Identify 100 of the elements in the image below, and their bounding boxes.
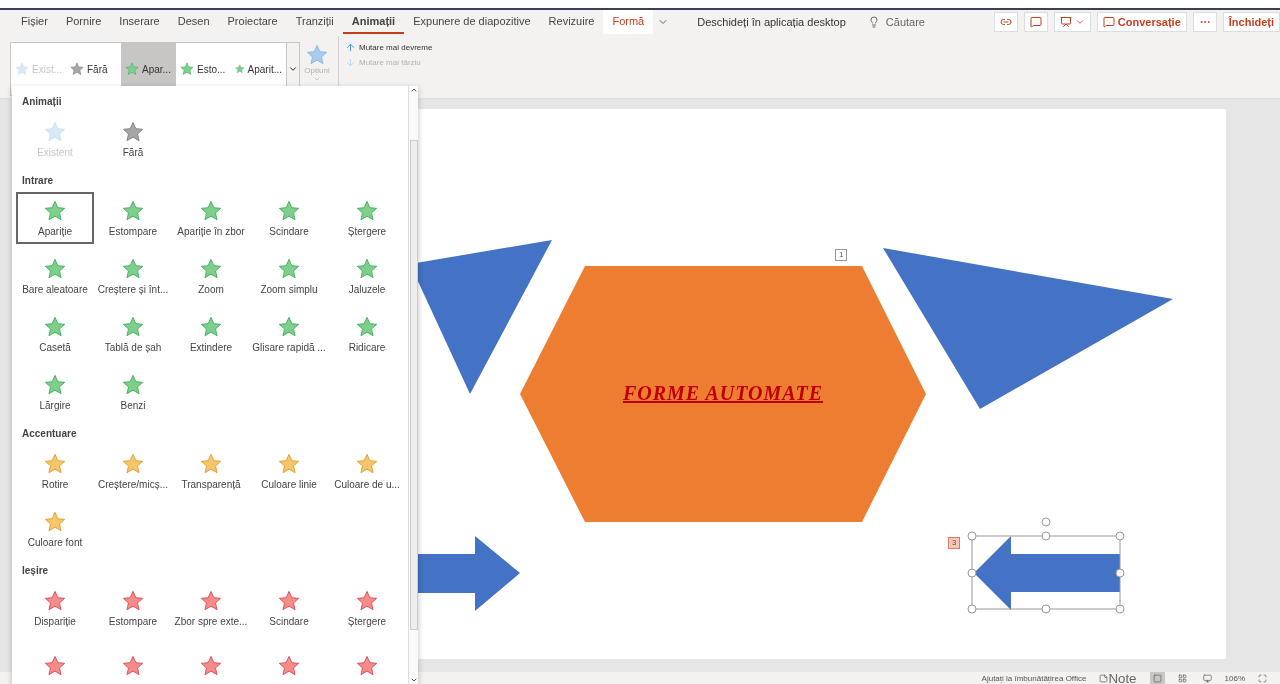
- star-icon: [356, 589, 378, 612]
- star-icon: [122, 257, 144, 280]
- ribbon-tab[interactable]: Desen: [168, 10, 219, 34]
- animation-option[interactable]: Ștergere: [328, 192, 406, 244]
- star-icon: [122, 589, 144, 612]
- comment-icon: [1029, 16, 1042, 28]
- section-heading: Ieșire: [21, 564, 50, 578]
- present-button[interactable]: [1053, 12, 1091, 32]
- section-heading: Accentuare: [21, 427, 78, 441]
- animation-option[interactable]: Creștere/micș...: [94, 445, 172, 497]
- star-icon: [44, 452, 66, 475]
- animation-option[interactable]: Transparență: [172, 445, 250, 497]
- star-icon: [278, 315, 300, 338]
- animation-option[interactable]: Extindere: [172, 308, 250, 360]
- scrollbar[interactable]: [408, 86, 418, 684]
- star-icon: [356, 315, 378, 338]
- animation-option[interactable]: Casetă: [16, 308, 94, 360]
- comment-button[interactable]: [1023, 12, 1048, 32]
- star-icon: [278, 199, 300, 222]
- animation-option[interactable]: Esto...: [176, 43, 231, 95]
- star-icon: [200, 315, 222, 338]
- chevron-down-icon: [288, 64, 298, 74]
- share-link-button[interactable]: [993, 12, 1018, 32]
- arrow-down-icon: [345, 57, 356, 68]
- section-heading: Intrare: [21, 174, 55, 188]
- fit-button[interactable]: [1255, 672, 1270, 684]
- link-icon: [999, 16, 1012, 28]
- animation-option[interactable]: Zoom: [172, 250, 250, 302]
- star-icon: [200, 257, 222, 280]
- star-icon: [356, 655, 378, 677]
- animation-option[interactable]: Ridicare: [328, 308, 406, 360]
- star-icon: [122, 120, 144, 143]
- animation-option[interactable]: Bare aleatoare: [16, 250, 94, 302]
- animation-option[interactable]: Culoare font: [16, 503, 94, 555]
- animation-option[interactable]: Estompare: [94, 582, 172, 634]
- ribbon-tab[interactable]: Tranziții: [286, 10, 343, 34]
- star-icon: [306, 44, 328, 66]
- animation-order-tag: 1: [835, 249, 848, 261]
- star-icon: [44, 510, 66, 533]
- more-button[interactable]: [1192, 12, 1217, 32]
- star-icon: [44, 373, 66, 396]
- star-icon: [235, 62, 245, 76]
- ribbon-tab[interactable]: Pornire: [56, 10, 111, 34]
- star-icon: [122, 452, 144, 475]
- notes-button[interactable]: Note: [1096, 672, 1140, 684]
- animation-option[interactable]: Culoare linie: [250, 445, 328, 497]
- animation-option[interactable]: Tablă de șah: [94, 308, 172, 360]
- animation-option[interactable]: Scindare: [250, 582, 328, 634]
- normal-view-button[interactable]: [1149, 672, 1165, 684]
- animation-option[interactable]: Ștergere: [328, 582, 406, 634]
- ribbon-tab[interactable]: Revizuire: [539, 10, 604, 34]
- ribbon-tab[interactable]: Animații: [342, 10, 405, 34]
- section-heading: Animații: [21, 95, 63, 109]
- chevron-down-icon[interactable]: [409, 676, 418, 684]
- animation-option[interactable]: Jaluzele: [328, 250, 406, 302]
- animation-option[interactable]: Benzi: [94, 366, 172, 418]
- ribbon-tab[interactable]: Fișier: [12, 10, 57, 34]
- animation-option[interactable]: Creștere și înt...: [94, 250, 172, 302]
- presentation-icon: [1059, 16, 1072, 28]
- animation-option[interactable]: Apariție în zbor: [172, 192, 250, 244]
- animation-option[interactable]: Glisare rapidă ...: [250, 308, 328, 360]
- zoom-level[interactable]: 106%: [1224, 673, 1245, 683]
- animation-option[interactable]: Rotire: [16, 445, 94, 497]
- star-icon: [356, 257, 378, 280]
- star-icon: [70, 62, 84, 76]
- animation-option[interactable]: Dispariție: [16, 582, 94, 634]
- selection-frame[interactable]: [967, 517, 1125, 614]
- ribbon-tab[interactable]: Formă: [603, 10, 654, 34]
- ribbon-tab[interactable]: Proiectare: [218, 10, 287, 34]
- grid-icon: [1177, 673, 1187, 683]
- comment-icon: [1102, 16, 1115, 28]
- close-button[interactable]: Închideți: [1222, 12, 1280, 32]
- animation-option[interactable]: Estompare: [94, 192, 172, 244]
- animation-option[interactable]: Fără: [66, 43, 121, 95]
- animation-option[interactable]: Aparit...: [231, 43, 286, 95]
- ribbon-tab[interactable]: Inserare: [110, 10, 169, 34]
- lightbulb-icon: [867, 16, 880, 28]
- animation-option[interactable]: Apariție: [16, 192, 94, 244]
- star-icon: [180, 62, 194, 76]
- conversation-button[interactable]: Conversație: [1096, 12, 1187, 32]
- star-icon: [278, 452, 300, 475]
- star-icon: [356, 452, 378, 475]
- ribbon-tab[interactable]: Expunere de diapozitive: [404, 10, 540, 34]
- chevron-up-icon[interactable]: [409, 86, 418, 94]
- animation-option[interactable]: Culoare de u...: [328, 445, 406, 497]
- search-field[interactable]: Căutare: [867, 16, 925, 28]
- star-icon: [125, 62, 139, 76]
- animation-option[interactable]: Scindare: [250, 192, 328, 244]
- chevron-down-icon: [1074, 17, 1085, 27]
- square-icon: [1152, 673, 1162, 683]
- reorder-button[interactable]: Mutare mai devreme: [345, 42, 433, 53]
- animation-option[interactable]: Fără: [94, 113, 172, 165]
- shape-text: FORME AUTOMATE: [622, 382, 824, 405]
- animation-option[interactable]: Lărgire: [16, 366, 94, 418]
- star-icon: [200, 199, 222, 222]
- help-improve-link[interactable]: Ajutați la îmbunătățirea Office: [981, 673, 1087, 683]
- open-desktop-link[interactable]: Deschideți în aplicația desktop: [697, 16, 846, 28]
- animation-option[interactable]: Zoom simplu: [250, 250, 328, 302]
- animation-option[interactable]: Zbor spre exte...: [172, 582, 250, 634]
- star-icon: [278, 257, 300, 280]
